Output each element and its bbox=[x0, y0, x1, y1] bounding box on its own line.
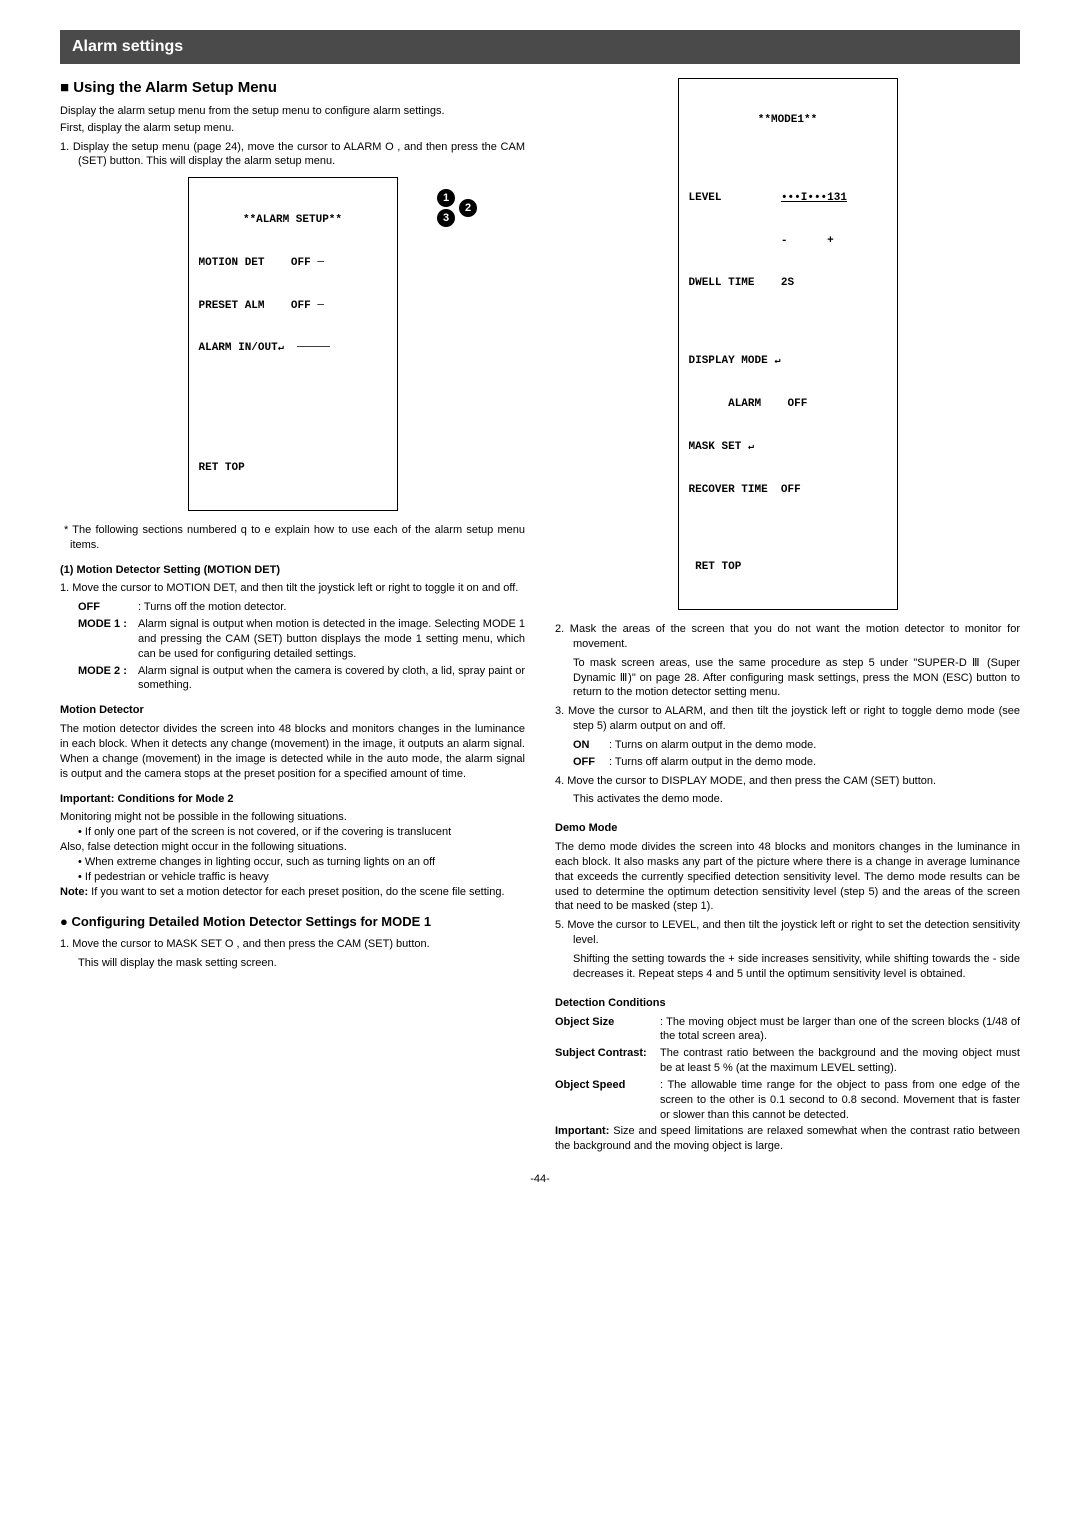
off-label: OFF bbox=[78, 600, 138, 615]
r-step4: 4. Move the cursor to DISPLAY MODE, and … bbox=[555, 774, 1020, 789]
important-heading: Important: Conditions for Mode 2 bbox=[60, 792, 525, 807]
also-text: Also, false detection might occur in the… bbox=[60, 840, 525, 855]
config-steps: 1. Move the cursor to MASK SET O , and t… bbox=[60, 937, 525, 952]
dc3-text: : The allowable time range for the objec… bbox=[660, 1078, 1020, 1123]
config-step1: 1. Move the cursor to MASK SET O , and t… bbox=[60, 937, 525, 952]
alarm-menu-wrap: **ALARM SETUP** MOTION DET OFF ─ PRESET … bbox=[60, 177, 525, 511]
mode1-l2b: 2S bbox=[781, 277, 794, 289]
alarm-menu-l3: ALARM IN/OUT bbox=[199, 342, 278, 354]
alarm-menu-l1b: OFF bbox=[291, 257, 311, 269]
mode1-label: MODE 1 : bbox=[78, 617, 138, 662]
s1-heading: (1) Motion Detector Setting (MOTION DET) bbox=[60, 563, 525, 578]
motion-detector-heading: Motion Detector bbox=[60, 703, 525, 718]
demo-text: The demo mode divides the screen into 48… bbox=[555, 840, 1020, 914]
mode1-menu-wrap: **MODE1** LEVEL •••I•••131 - + DWELL TIM… bbox=[555, 78, 1020, 610]
dc2-label: Subject Contrast: bbox=[555, 1046, 660, 1076]
important-final: Important: Size and speed limitations ar… bbox=[555, 1124, 1020, 1154]
footnote: * The following sections numbered q to e… bbox=[60, 523, 525, 553]
alarm-menu-l1a: MOTION DET bbox=[199, 257, 265, 269]
mode1-l5b: OFF bbox=[781, 484, 801, 496]
off2-text: : Turns off alarm output in the demo mod… bbox=[609, 755, 1020, 770]
r-step5: 5. Move the cursor to LEVEL, and then ti… bbox=[555, 918, 1020, 948]
mode1-l1a: LEVEL bbox=[689, 192, 722, 204]
mode1-l4: MASK SET bbox=[689, 441, 742, 453]
mode1-l3: DISPLAY MODE bbox=[689, 355, 768, 367]
right-column: **MODE1** LEVEL •••I•••131 - + DWELL TIM… bbox=[555, 78, 1020, 1155]
intro-1: Display the alarm setup menu from the se… bbox=[60, 104, 525, 119]
mode1-text: Alarm signal is output when motion is de… bbox=[138, 617, 525, 662]
detection-heading: Detection Conditions bbox=[555, 996, 1020, 1011]
dc3-label: Object Speed bbox=[555, 1078, 660, 1123]
configuring-heading: ● Configuring Detailed Motion Detector S… bbox=[60, 913, 525, 931]
right-steps: 2. Mask the areas of the screen that you… bbox=[555, 622, 1020, 652]
off-text: : Turns off the motion detector. bbox=[138, 600, 525, 615]
right-steps5: 5. Move the cursor to LEVEL, and then ti… bbox=[555, 918, 1020, 948]
callout-1: 1 bbox=[437, 189, 455, 207]
important-b1: • If only one part of the screen is not … bbox=[60, 825, 525, 840]
mode2-label: MODE 2 : bbox=[78, 664, 138, 694]
on-text: : Turns on alarm output in the demo mode… bbox=[609, 738, 1020, 753]
mode1-screen: **MODE1** LEVEL •••I•••131 - + DWELL TIM… bbox=[678, 78, 898, 610]
mode2-text: Alarm signal is output when the camera i… bbox=[138, 664, 525, 694]
r-step3: 3. Move the cursor to ALARM, and then ti… bbox=[555, 704, 1020, 734]
mode1-ret: RET TOP bbox=[695, 561, 741, 573]
mode1-l2a: DWELL TIME bbox=[689, 277, 755, 289]
note-text: Note: Note: If you want to set a motion … bbox=[60, 885, 525, 900]
on-label: ON bbox=[573, 738, 609, 753]
alarm-menu-l2b: OFF bbox=[291, 300, 311, 312]
page-header-bar: Alarm settings bbox=[60, 30, 1020, 64]
important-b2: • When extreme changes in lighting occur… bbox=[60, 855, 525, 870]
config-step1b: This will display the mask setting scree… bbox=[60, 956, 525, 971]
dc1-text: : The moving object must be larger than … bbox=[660, 1015, 1020, 1045]
right-steps3: 3. Move the cursor to ALARM, and then ti… bbox=[555, 704, 1020, 734]
motion-detector-text: The motion detector divides the screen i… bbox=[60, 722, 525, 781]
content-columns: ■ Using the Alarm Setup Menu Display the… bbox=[60, 78, 1020, 1155]
s1-steps: 1. Move the cursor to MOTION DET, and th… bbox=[60, 581, 525, 596]
step-1: 1. Display the setup menu (page 24), mov… bbox=[60, 140, 525, 170]
r-step4b: This activates the demo mode. bbox=[555, 792, 1020, 807]
right-steps4: 4. Move the cursor to DISPLAY MODE, and … bbox=[555, 774, 1020, 789]
alarm-menu-ret: RET TOP bbox=[199, 461, 387, 475]
alarm-setup-screen: **ALARM SETUP** MOTION DET OFF ─ PRESET … bbox=[188, 177, 398, 511]
s1-step1: 1. Move the cursor to MOTION DET, and th… bbox=[60, 581, 525, 596]
mode1-title: **MODE1** bbox=[689, 113, 887, 127]
mode1-l3bb: OFF bbox=[788, 398, 808, 410]
alarm-menu-title: **ALARM SETUP** bbox=[199, 213, 387, 227]
callout-2: 2 bbox=[459, 199, 477, 217]
steps-list: 1. Display the setup menu (page 24), mov… bbox=[60, 140, 525, 170]
important-b3: • If pedestrian or vehicle traffic is he… bbox=[60, 870, 525, 885]
dc1-label: Object Size bbox=[555, 1015, 660, 1045]
page-number: -44- bbox=[60, 1172, 1020, 1187]
dc2-text: The contrast ratio between the backgroun… bbox=[660, 1046, 1020, 1076]
left-column: ■ Using the Alarm Setup Menu Display the… bbox=[60, 78, 525, 1155]
mode1-l3ba: ALARM bbox=[728, 398, 761, 410]
r-step5b: Shifting the setting towards the + side … bbox=[555, 952, 1020, 982]
intro-2: First, display the alarm setup menu. bbox=[60, 121, 525, 136]
r-step2b: To mask screen areas, use the same proce… bbox=[555, 656, 1020, 701]
important-text: Monitoring might not be possible in the … bbox=[60, 810, 525, 825]
using-alarm-heading: ■ Using the Alarm Setup Menu bbox=[60, 78, 525, 98]
mode1-l5a: RECOVER TIME bbox=[689, 484, 768, 496]
r-step2: 2. Mask the areas of the screen that you… bbox=[555, 622, 1020, 652]
demo-heading: Demo Mode bbox=[555, 821, 1020, 836]
mode1-l1b: •••I•••131 bbox=[781, 192, 847, 204]
alarm-menu-l2a: PRESET ALM bbox=[199, 300, 265, 312]
callout-3: 3 bbox=[437, 209, 455, 227]
off2-label: OFF bbox=[573, 755, 609, 770]
